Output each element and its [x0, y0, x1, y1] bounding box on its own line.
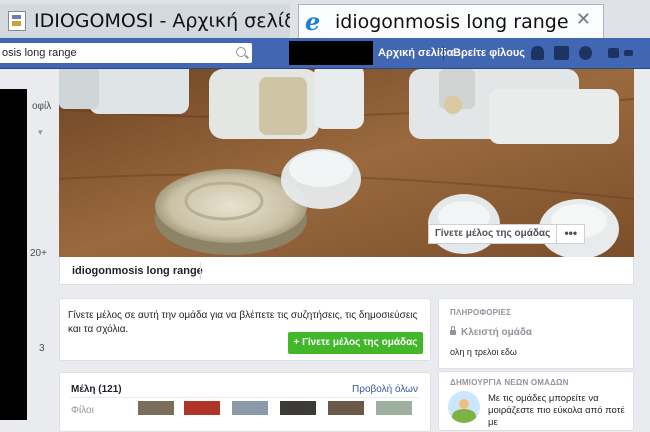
- create-groups-text: Με τις ομάδες μπορείτε να μοιράζεστε πιο…: [488, 393, 625, 428]
- search-value: osis long range: [2, 47, 77, 59]
- friends-label: Φίλοι: [71, 405, 94, 416]
- group-name-bar: idiogonmosis long range: [59, 257, 634, 285]
- member-avatar[interactable]: [138, 401, 174, 415]
- cover-join-controls: Γίνετε μέλος της ομάδας •••: [428, 224, 586, 244]
- info-heading: ΠΛΗΡΟΦΟΡΙΕΣ: [450, 308, 512, 317]
- divider: [70, 397, 420, 398]
- quick-help-icon[interactable]: [608, 48, 619, 58]
- create-groups-heading: ΔΗΜΙΟΥΡΓΙΑ ΝΕΩΝ ΟΜΑΔΩΝ: [450, 378, 569, 387]
- account-menu-icon[interactable]: [624, 50, 633, 56]
- group-description: ολη η τρελοι εδω: [450, 347, 517, 357]
- nav-find-friends-link[interactable]: Βρείτε φίλους: [453, 38, 525, 68]
- tab-title: idiogonmosis long range: [335, 10, 569, 33]
- tab-title: IDIOGOMOSI - Αρχική σελίδα: [34, 10, 290, 32]
- friend-requests-icon[interactable]: [531, 46, 544, 60]
- member-avatar[interactable]: [376, 401, 412, 415]
- nav-divider: [443, 46, 444, 60]
- left-sidebar: οφίλ ▾ 20+ 3: [0, 69, 51, 420]
- join-group-button[interactable]: Γίνετε μέλος της ομάδας: [428, 224, 558, 244]
- join-button-label: Γίνετε μέλος της ομάδας: [302, 337, 418, 348]
- view-all-link[interactable]: Προβολή όλων: [352, 384, 418, 395]
- privacy-label: Κλειστή ομάδα: [461, 327, 533, 338]
- plus-icon: +: [293, 337, 300, 348]
- member-avatar[interactable]: [328, 401, 364, 415]
- messages-icon[interactable]: [554, 46, 569, 60]
- sidebar-count-badge: 3: [39, 343, 45, 354]
- member-avatar[interactable]: [232, 401, 268, 415]
- members-title: Μέλη (121): [71, 384, 122, 395]
- search-input[interactable]: osis long range: [0, 43, 252, 63]
- facebook-top-bar: osis long range Αρχική σελίδα Βρείτε φίλ…: [0, 38, 650, 69]
- group-name[interactable]: idiogonmosis long range: [72, 265, 203, 277]
- create-groups-card: ΔΗΜΙΟΥΡΓΙΑ ΝΕΩΝ ΟΜΑΔΩΝ Με τις ομάδες μπο…: [438, 371, 634, 431]
- chevron-down-icon[interactable]: ▾: [38, 127, 43, 138]
- lock-icon: [450, 325, 456, 335]
- browser-tab-group[interactable]: e idiogonmosis long range ✕: [298, 4, 604, 38]
- sidebar-profile-label[interactable]: οφίλ: [32, 101, 51, 112]
- member-avatar[interactable]: [184, 401, 220, 415]
- member-avatar[interactable]: [280, 401, 316, 415]
- browser-tab-home[interactable]: IDIOGOMOSI - Αρχική σελίδα: [0, 4, 290, 38]
- groups-illustration-icon: [448, 391, 480, 423]
- more-options-button[interactable]: •••: [557, 224, 586, 244]
- join-group-green-button[interactable]: + Γίνετε μέλος της ομάδας: [288, 332, 423, 354]
- redacted-sidebar: [0, 89, 27, 420]
- page-icon: [8, 11, 26, 31]
- redacted-profile: [289, 41, 373, 65]
- group-info-card: ΠΛΗΡΟΦΟΡΙΕΣ Κλειστή ομάδα ολη η τρελοι ε…: [438, 298, 634, 369]
- search-icon[interactable]: [236, 47, 246, 57]
- notifications-globe-icon[interactable]: [579, 46, 592, 60]
- join-prompt-card: Γίνετε μέλος σε αυτή την ομάδα για να βλ…: [59, 298, 431, 361]
- close-tab-icon[interactable]: ✕: [576, 9, 591, 30]
- browser-tab-strip: IDIOGOMOSI - Αρχική σελίδα e idiogonmosi…: [0, 0, 650, 39]
- ie-logo-icon: e: [305, 6, 321, 36]
- sidebar-count-badge: 20+: [30, 248, 47, 259]
- members-card: Μέλη (121) Προβολή όλων Φίλοι: [59, 372, 431, 432]
- divider: [200, 262, 201, 280]
